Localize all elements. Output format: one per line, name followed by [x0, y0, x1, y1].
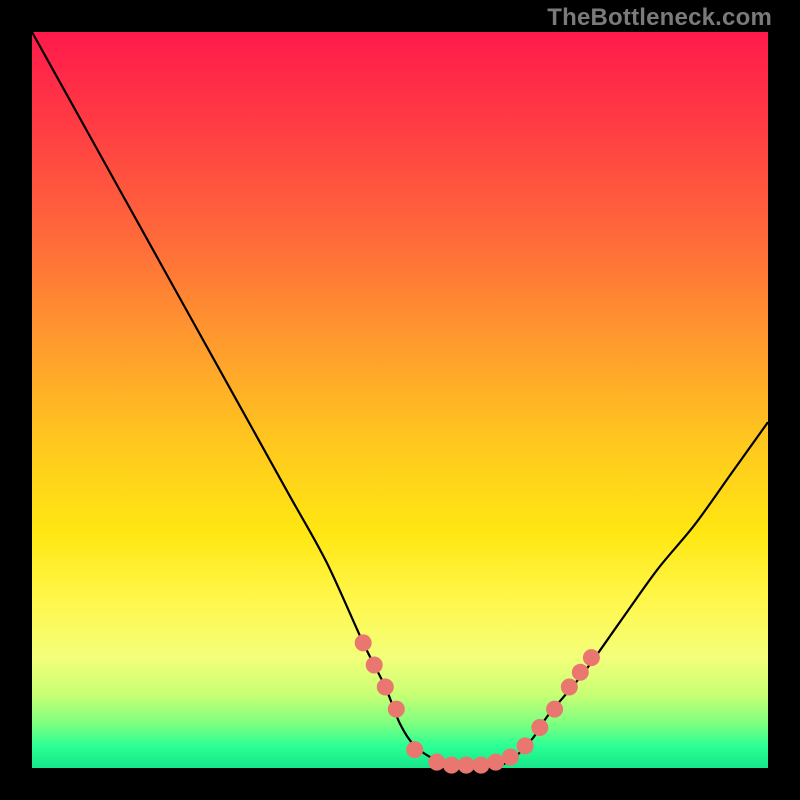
curve-marker [517, 737, 534, 754]
curve-marker [487, 754, 504, 771]
chart-frame: TheBottleneck.com [0, 0, 800, 800]
curve-marker [377, 679, 394, 696]
curve-svg [32, 32, 768, 768]
curve-marker [473, 757, 490, 774]
bottleneck-curve [32, 32, 768, 769]
curve-marker [388, 701, 405, 718]
watermark-text: TheBottleneck.com [547, 4, 772, 32]
curve-marker [355, 634, 372, 651]
curve-marker [428, 754, 445, 771]
curve-marker [531, 719, 548, 736]
curve-marker [583, 649, 600, 666]
curve-marker [502, 749, 519, 766]
plot-area [32, 32, 768, 768]
curve-marker [546, 701, 563, 718]
curve-marker [458, 757, 475, 774]
curve-marker [443, 757, 460, 774]
curve-markers [355, 634, 600, 773]
curve-marker [561, 679, 578, 696]
curve-marker [366, 657, 383, 674]
curve-marker [406, 741, 423, 758]
curve-marker [572, 664, 589, 681]
